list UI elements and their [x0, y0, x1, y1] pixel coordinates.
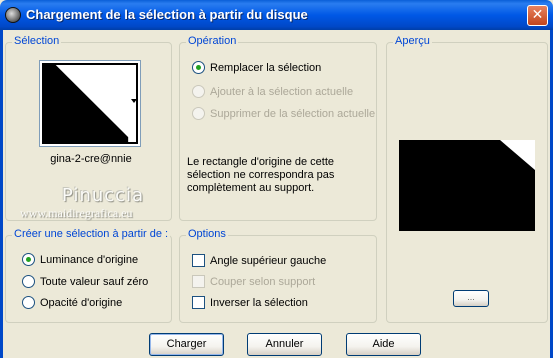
selection-thumbnail-picker[interactable] — [39, 60, 141, 147]
preview-image — [399, 140, 535, 231]
close-button[interactable]: ✕ — [527, 5, 548, 26]
window-frame-left — [0, 30, 3, 358]
radio-source-luminance[interactable]: Luminance d'origine — [22, 253, 138, 266]
load-button[interactable]: Charger — [149, 333, 224, 356]
radio-replace-selection[interactable]: Remplacer la sélection — [192, 61, 321, 74]
radio-button[interactable] — [192, 85, 205, 98]
title-bar: Chargement de la sélection à partir du d… — [0, 0, 553, 30]
radio-label: Supprimer de la sélection actuelle — [210, 107, 376, 120]
preview-graphic — [399, 140, 535, 231]
options-group-label: Options — [186, 228, 228, 240]
checkbox-label: Angle supérieur gauche — [210, 254, 327, 267]
radio-source-opacity[interactable]: Opacité d'origine — [22, 296, 122, 309]
check-invert-selection[interactable]: Inverser la sélection — [192, 296, 308, 309]
radio-label: Ajouter à la sélection actuelle — [210, 85, 354, 98]
preview-small-button[interactable]: ... — [453, 290, 489, 307]
radio-button[interactable] — [22, 253, 35, 266]
cancel-button[interactable]: Annuler — [247, 333, 322, 356]
selection-thumbnail — [42, 63, 138, 144]
radio-button[interactable] — [22, 275, 35, 288]
checkbox[interactable] — [192, 296, 205, 309]
radio-label: Remplacer la sélection — [210, 61, 322, 74]
radio-add-to-selection[interactable]: Ajouter à la sélection actuelle — [192, 85, 353, 98]
radio-label: Toute valeur sauf zéro — [40, 275, 149, 288]
thumbnail-image — [44, 65, 136, 142]
app-icon — [5, 7, 21, 23]
selection-group-label: Sélection — [12, 35, 62, 47]
checkbox-label: Couper selon support — [210, 275, 316, 288]
radio-subtract-from-selection[interactable]: Supprimer de la sélection actuelle — [192, 107, 375, 120]
operation-group-label: Opération — [186, 35, 239, 47]
check-top-left-corner[interactable]: Angle supérieur gauche — [192, 254, 326, 267]
radio-button[interactable] — [192, 61, 205, 74]
radio-any-non-zero[interactable]: Toute valeur sauf zéro — [22, 275, 148, 288]
selection-file-name: gina-2-cre@nnie — [50, 153, 132, 165]
radio-label: Luminance d'origine — [40, 253, 139, 266]
thumbnail-dropdown-arrow-icon[interactable] — [131, 99, 137, 103]
radio-button[interactable] — [192, 107, 205, 120]
radio-label: Opacité d'origine — [40, 296, 123, 309]
checkbox-label: Inverser la sélection — [210, 296, 308, 309]
checkbox[interactable] — [192, 254, 205, 267]
operation-note: Le rectangle d'origine de cette sélectio… — [187, 156, 335, 194]
help-button[interactable]: Aide — [346, 333, 421, 356]
watermark-url: www.maidiregrafica.eu — [20, 206, 133, 220]
radio-button[interactable] — [22, 296, 35, 309]
create-selection-group-label: Créer une sélection à partir de : — [12, 228, 171, 240]
watermark-name: Pinuccia — [62, 185, 145, 206]
window-title: Chargement de la sélection à partir du d… — [26, 7, 308, 22]
preview-group-label: Aperçu — [393, 35, 432, 47]
check-crop-to-canvas[interactable]: Couper selon support — [192, 275, 315, 288]
checkbox[interactable] — [192, 275, 205, 288]
